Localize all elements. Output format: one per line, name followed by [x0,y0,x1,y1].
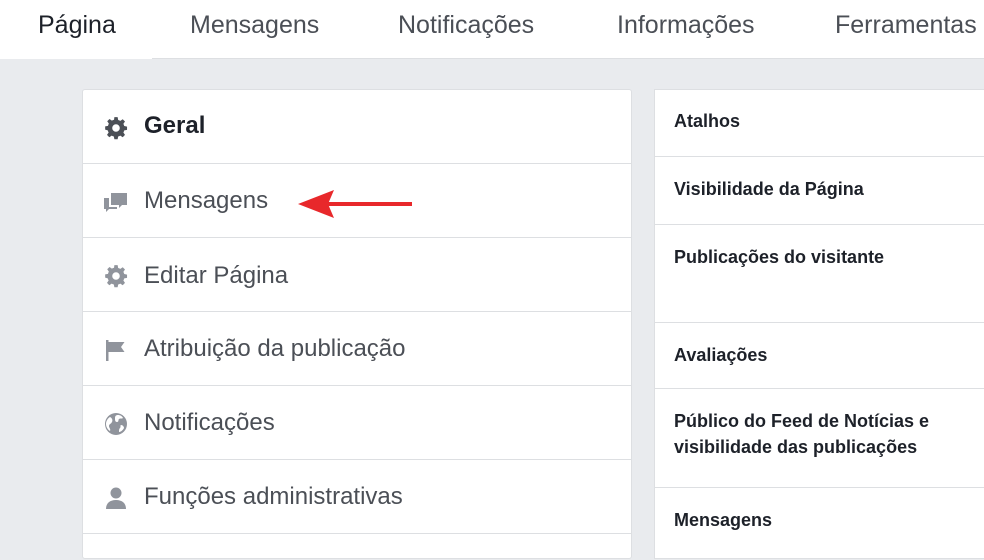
globe-icon [101,409,131,439]
menu-item-atribuicao[interactable]: Atribuição da publicação [83,312,631,386]
tab-ferramentas[interactable]: Ferramentas [835,0,977,58]
tab-mensagens[interactable]: Mensagens [190,0,319,58]
setting-label: Avaliações [674,345,768,365]
menu-item-label: Funções administrativas [144,483,403,510]
flag-icon [101,335,131,365]
menu-item-notificacoes[interactable]: Notificações [83,386,631,460]
settings-menu: Geral Mensagens Editar Página Atribuição… [82,89,632,559]
messages-icon [101,187,131,217]
setting-label: Mensagens [674,510,773,530]
setting-label: Visibilidade da Página [674,179,864,199]
setting-row-mensagens[interactable]: Mensagens [655,488,984,560]
gear-icon [101,261,131,291]
active-tab-indicator [0,56,152,59]
general-settings-list: Atalhos Visibilidade da Página Publicaçõ… [654,89,984,559]
menu-item-label: Mensagens [144,187,269,214]
person-icon [101,483,131,513]
setting-row-publicacoes-visitante[interactable]: Publicações do visitante [655,225,984,323]
menu-item-label: Geral [144,112,206,139]
menu-item-label: Notificações [144,409,275,436]
menu-item-editar-pagina[interactable]: Editar Página [83,238,631,312]
setting-row-visibilidade[interactable]: Visibilidade da Página [655,157,984,225]
setting-label: Publicações do visitante [674,247,885,267]
setting-label: Público do Feed de Notícias e visibilida… [674,411,930,457]
menu-item-label: Atribuição da publicação [144,335,406,362]
tab-informacoes[interactable]: Informações [617,0,755,58]
setting-row-publico-feed[interactable]: Público do Feed de Notícias e visibilida… [655,389,984,488]
annotation-arrow [298,190,412,218]
page-top-nav: Página Mensagens Notificações Informaçõe… [0,0,984,59]
menu-item-label: Editar Página [144,262,289,289]
setting-row-atalhos[interactable]: Atalhos [655,90,984,157]
menu-item-funcoes[interactable]: Funções administrativas [83,460,631,534]
menu-item-geral[interactable]: Geral [83,90,631,164]
gear-icon [101,113,131,143]
setting-label: Atalhos [674,111,741,131]
tab-notificacoes[interactable]: Notificações [398,0,534,58]
tab-pagina[interactable]: Página [38,0,116,58]
setting-row-avaliacoes[interactable]: Avaliações [655,323,984,389]
